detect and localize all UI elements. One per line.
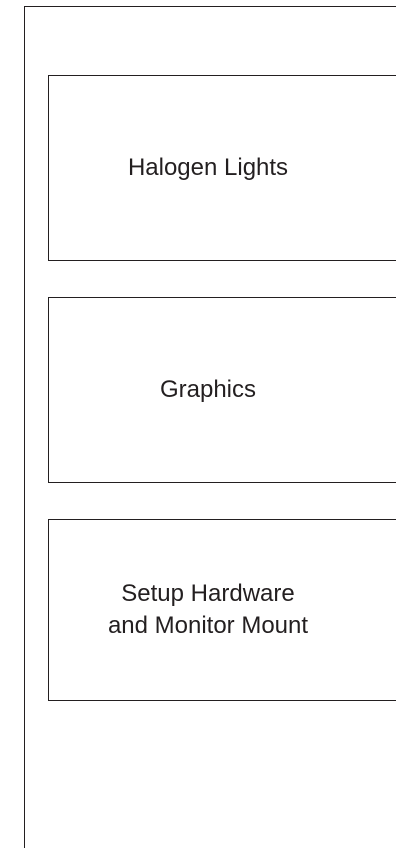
- diagram-canvas: Halogen Lights Graphics Setup Hardware a…: [0, 0, 396, 848]
- setup-hardware-label: Setup Hardware and Monitor Mount: [107, 580, 309, 639]
- setup-hardware-box: Setup Hardware and Monitor Mount: [48, 519, 396, 701]
- graphics-label: Graphics: [159, 376, 257, 403]
- halogen-lights-label: Halogen Lights: [127, 154, 289, 181]
- halogen-lights-box: Halogen Lights: [48, 75, 396, 261]
- graphics-box: Graphics: [48, 297, 396, 483]
